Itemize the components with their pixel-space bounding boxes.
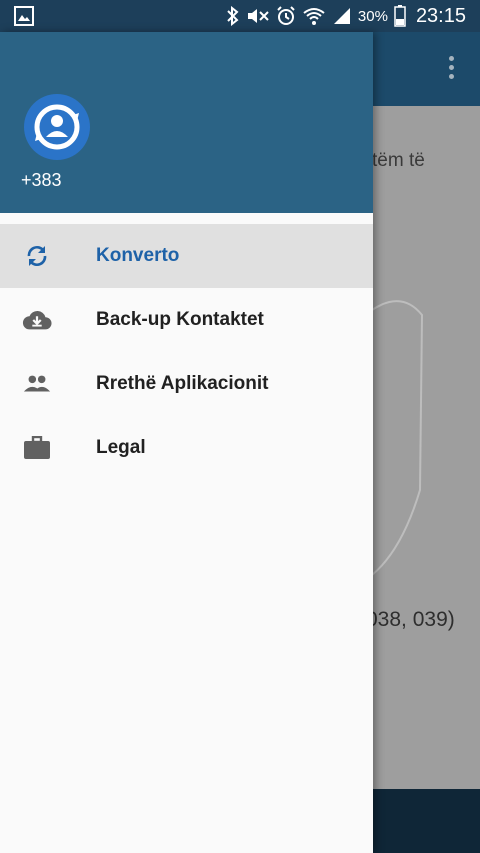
background-text-2: 038, 039) [366,608,455,631]
cloud-download-icon [22,308,52,332]
alarm-icon [277,6,295,25]
signal-icon [333,8,350,24]
menu-item-about[interactable]: Rrethë Aplikacionit [0,352,373,416]
menu-item-label: Rrethë Aplikacionit [96,373,269,394]
status-bar: 30% 23:15 [0,0,480,32]
sync-icon [22,244,52,268]
drawer-divider [0,213,373,224]
drawer-header: +383 [0,32,373,213]
bluetooth-icon [227,6,239,26]
menu-item-label: Legal [96,437,146,458]
battery-percent: 30% [357,7,388,25]
mute-icon [247,9,269,23]
menu-item-label: Konverto [96,245,180,266]
background-text-1: tëm të [372,150,425,171]
menu-item-backup[interactable]: Back-up Kontaktet [0,288,373,352]
contact-sync-icon [34,104,80,150]
drawer-menu: Konverto Back-up Kontaktet Rrethë Aplika… [0,224,373,480]
app-logo-avatar [24,94,90,160]
briefcase-icon [22,436,52,460]
clock: 23:15 [415,4,466,27]
people-icon [22,372,52,396]
phone-prefix: +383 [21,170,62,190]
navigation-drawer: +383 Konverto Back-up Kontaktet Rrethë A… [0,32,373,853]
gallery-notification-icon [14,6,34,26]
shield-watermark-icon [372,300,424,576]
menu-item-legal[interactable]: Legal [0,416,373,480]
overflow-menu-icon [444,56,458,84]
battery-icon [394,5,406,27]
menu-item-konverto[interactable]: Konverto [0,224,373,288]
wifi-icon [303,8,325,25]
menu-item-label: Back-up Kontaktet [96,309,264,330]
